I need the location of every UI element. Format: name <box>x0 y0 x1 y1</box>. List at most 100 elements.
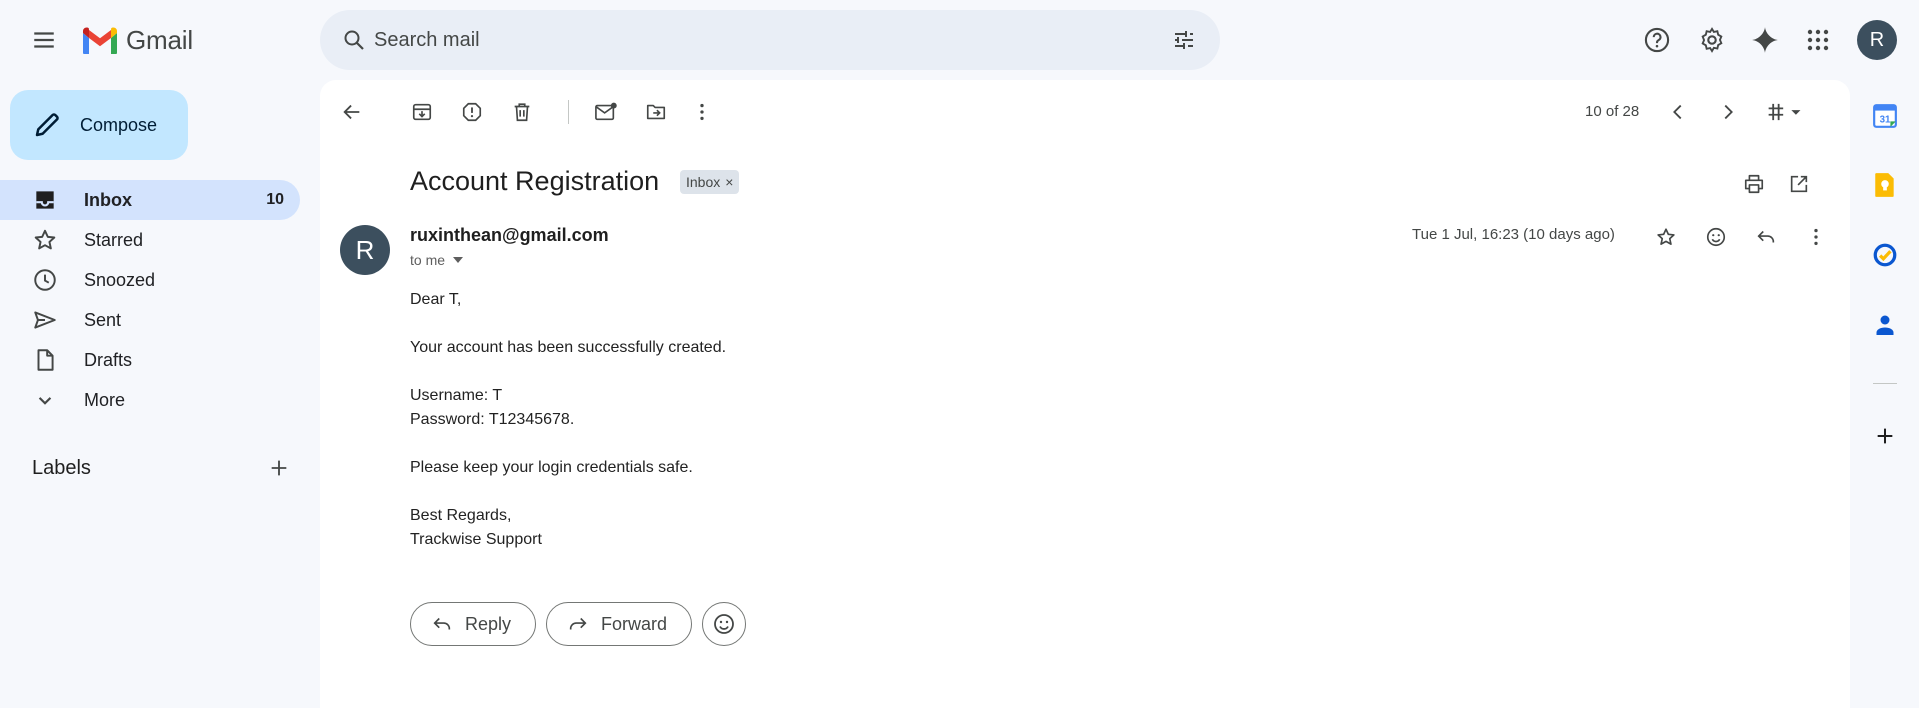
plus-icon <box>1877 428 1893 444</box>
sidebar-item-label: More <box>84 389 126 410</box>
search-input[interactable] <box>374 10 1134 70</box>
tasks-icon <box>1873 243 1897 267</box>
labels-heading: Labels <box>32 456 91 479</box>
recipient-label: to me <box>410 252 446 268</box>
sidebar-item-drafts[interactable]: Drafts <box>0 340 300 380</box>
support-button[interactable] <box>1633 16 1681 64</box>
older-button[interactable] <box>1708 92 1748 132</box>
report-spam-button[interactable] <box>452 92 492 132</box>
sender-avatar[interactable]: R <box>340 225 390 275</box>
email-view: 10 of 28 Account Registration Inbox × R … <box>320 80 1850 708</box>
sidebar-item-more[interactable]: More <box>0 380 300 420</box>
mark-unread-button[interactable] <box>586 92 626 132</box>
get-addons-button[interactable] <box>1867 418 1903 454</box>
help-icon <box>1644 27 1670 53</box>
folder-move-icon <box>646 104 666 120</box>
reply-icon <box>433 617 451 630</box>
archive-button[interactable] <box>402 92 442 132</box>
body-line <box>410 432 1210 456</box>
recipient-line[interactable]: to me <box>410 252 467 268</box>
keep-app-button[interactable] <box>1867 167 1903 203</box>
calendar-icon: 31 <box>1873 104 1897 128</box>
message-more-button[interactable] <box>1796 217 1836 257</box>
sidebar-item-inbox[interactable]: Inbox 10 <box>0 180 300 220</box>
body-line: Trackwise Support <box>410 531 542 548</box>
emoji-icon <box>1706 227 1726 247</box>
search-button[interactable] <box>334 20 374 60</box>
create-label-button[interactable] <box>268 457 290 479</box>
contacts-app-button[interactable] <box>1867 307 1903 343</box>
star-button[interactable] <box>1646 217 1686 257</box>
reply-button-header[interactable] <box>1746 217 1786 257</box>
sidebar-item-snoozed[interactable]: Snoozed <box>0 260 300 300</box>
open-in-new-icon <box>1790 175 1808 193</box>
email-body: Dear T, Your account has been successful… <box>410 288 1210 552</box>
print-icon <box>1744 174 1764 194</box>
tasks-app-button[interactable] <box>1867 237 1903 273</box>
gear-icon <box>1701 27 1723 53</box>
mark-unread-icon <box>595 102 617 121</box>
gmail-logo[interactable]: Gmail <box>80 22 193 58</box>
search-options-button[interactable] <box>1164 20 1204 60</box>
input-tools-button[interactable] <box>1760 92 1810 132</box>
calendar-app-button[interactable]: 31 <box>1867 98 1903 134</box>
star-icon <box>34 229 56 250</box>
body-line: Please keep your login credentials safe. <box>410 459 693 476</box>
back-button[interactable] <box>332 92 372 132</box>
forward-button[interactable]: Forward <box>546 602 693 646</box>
sender-email[interactable]: ruxinthean@gmail.com <box>410 225 609 246</box>
open-new-window-button[interactable] <box>1779 164 1819 204</box>
settings-button[interactable] <box>1688 16 1736 64</box>
star-icon <box>1657 228 1675 245</box>
chevron-right-icon <box>1724 104 1733 120</box>
sidebar-item-starred[interactable]: Starred <box>0 220 300 260</box>
input-tools-icon <box>1768 103 1801 121</box>
compose-button[interactable]: Compose <box>10 90 188 160</box>
clock-icon <box>34 269 56 291</box>
body-line: Username: T <box>410 387 503 404</box>
label-badge-text: Inbox <box>686 174 721 190</box>
archive-icon <box>412 103 432 121</box>
google-apps-button[interactable] <box>1794 16 1842 64</box>
account-avatar[interactable]: R <box>1857 20 1897 60</box>
forward-icon <box>569 617 587 630</box>
caret-down-icon <box>453 257 464 263</box>
body-line <box>410 360 1210 384</box>
label-badge-inbox[interactable]: Inbox × <box>680 170 740 194</box>
main-menu-button[interactable] <box>20 16 68 64</box>
arrow-back-icon <box>343 104 360 120</box>
page-counter: 10 of 28 <box>1585 103 1640 120</box>
move-to-button[interactable] <box>636 92 676 132</box>
delete-button[interactable] <box>502 92 542 132</box>
draft-icon <box>37 349 54 371</box>
remove-label-icon[interactable]: × <box>725 174 733 190</box>
newer-button[interactable] <box>1658 92 1698 132</box>
contacts-icon <box>1876 315 1894 335</box>
reply-actions: Reply Forward <box>410 602 747 646</box>
body-line <box>410 480 1210 504</box>
hamburger-menu-icon <box>34 32 54 48</box>
emoji-reaction-button[interactable] <box>702 602 747 646</box>
labels-section: Labels <box>32 452 290 484</box>
report-icon <box>462 102 482 122</box>
body-line: Dear T, <box>410 291 462 308</box>
add-reaction-button[interactable] <box>1696 217 1736 257</box>
more-options-button[interactable] <box>682 92 722 132</box>
tune-icon <box>1175 31 1193 49</box>
more-vert-icon <box>1814 228 1818 246</box>
apps-grid-icon <box>1807 29 1829 51</box>
sidebar-item-label: Drafts <box>84 349 133 370</box>
app-name: Gmail <box>126 24 193 55</box>
reply-label: Reply <box>465 613 512 634</box>
email-date: Tue 1 Jul, 16:23 (10 days ago) <box>1412 226 1615 243</box>
body-line: Best Regards, <box>410 507 512 524</box>
body-line: Password: T12345678. <box>410 411 575 428</box>
plus-icon <box>271 460 287 476</box>
pencil-icon <box>35 113 59 137</box>
print-all-button[interactable] <box>1734 164 1774 204</box>
inbox-icon <box>36 191 54 209</box>
gemini-button[interactable] <box>1741 16 1789 64</box>
sidebar-item-sent[interactable]: Sent <box>0 300 300 340</box>
emoji-icon <box>714 614 734 634</box>
reply-button[interactable]: Reply <box>410 602 537 646</box>
